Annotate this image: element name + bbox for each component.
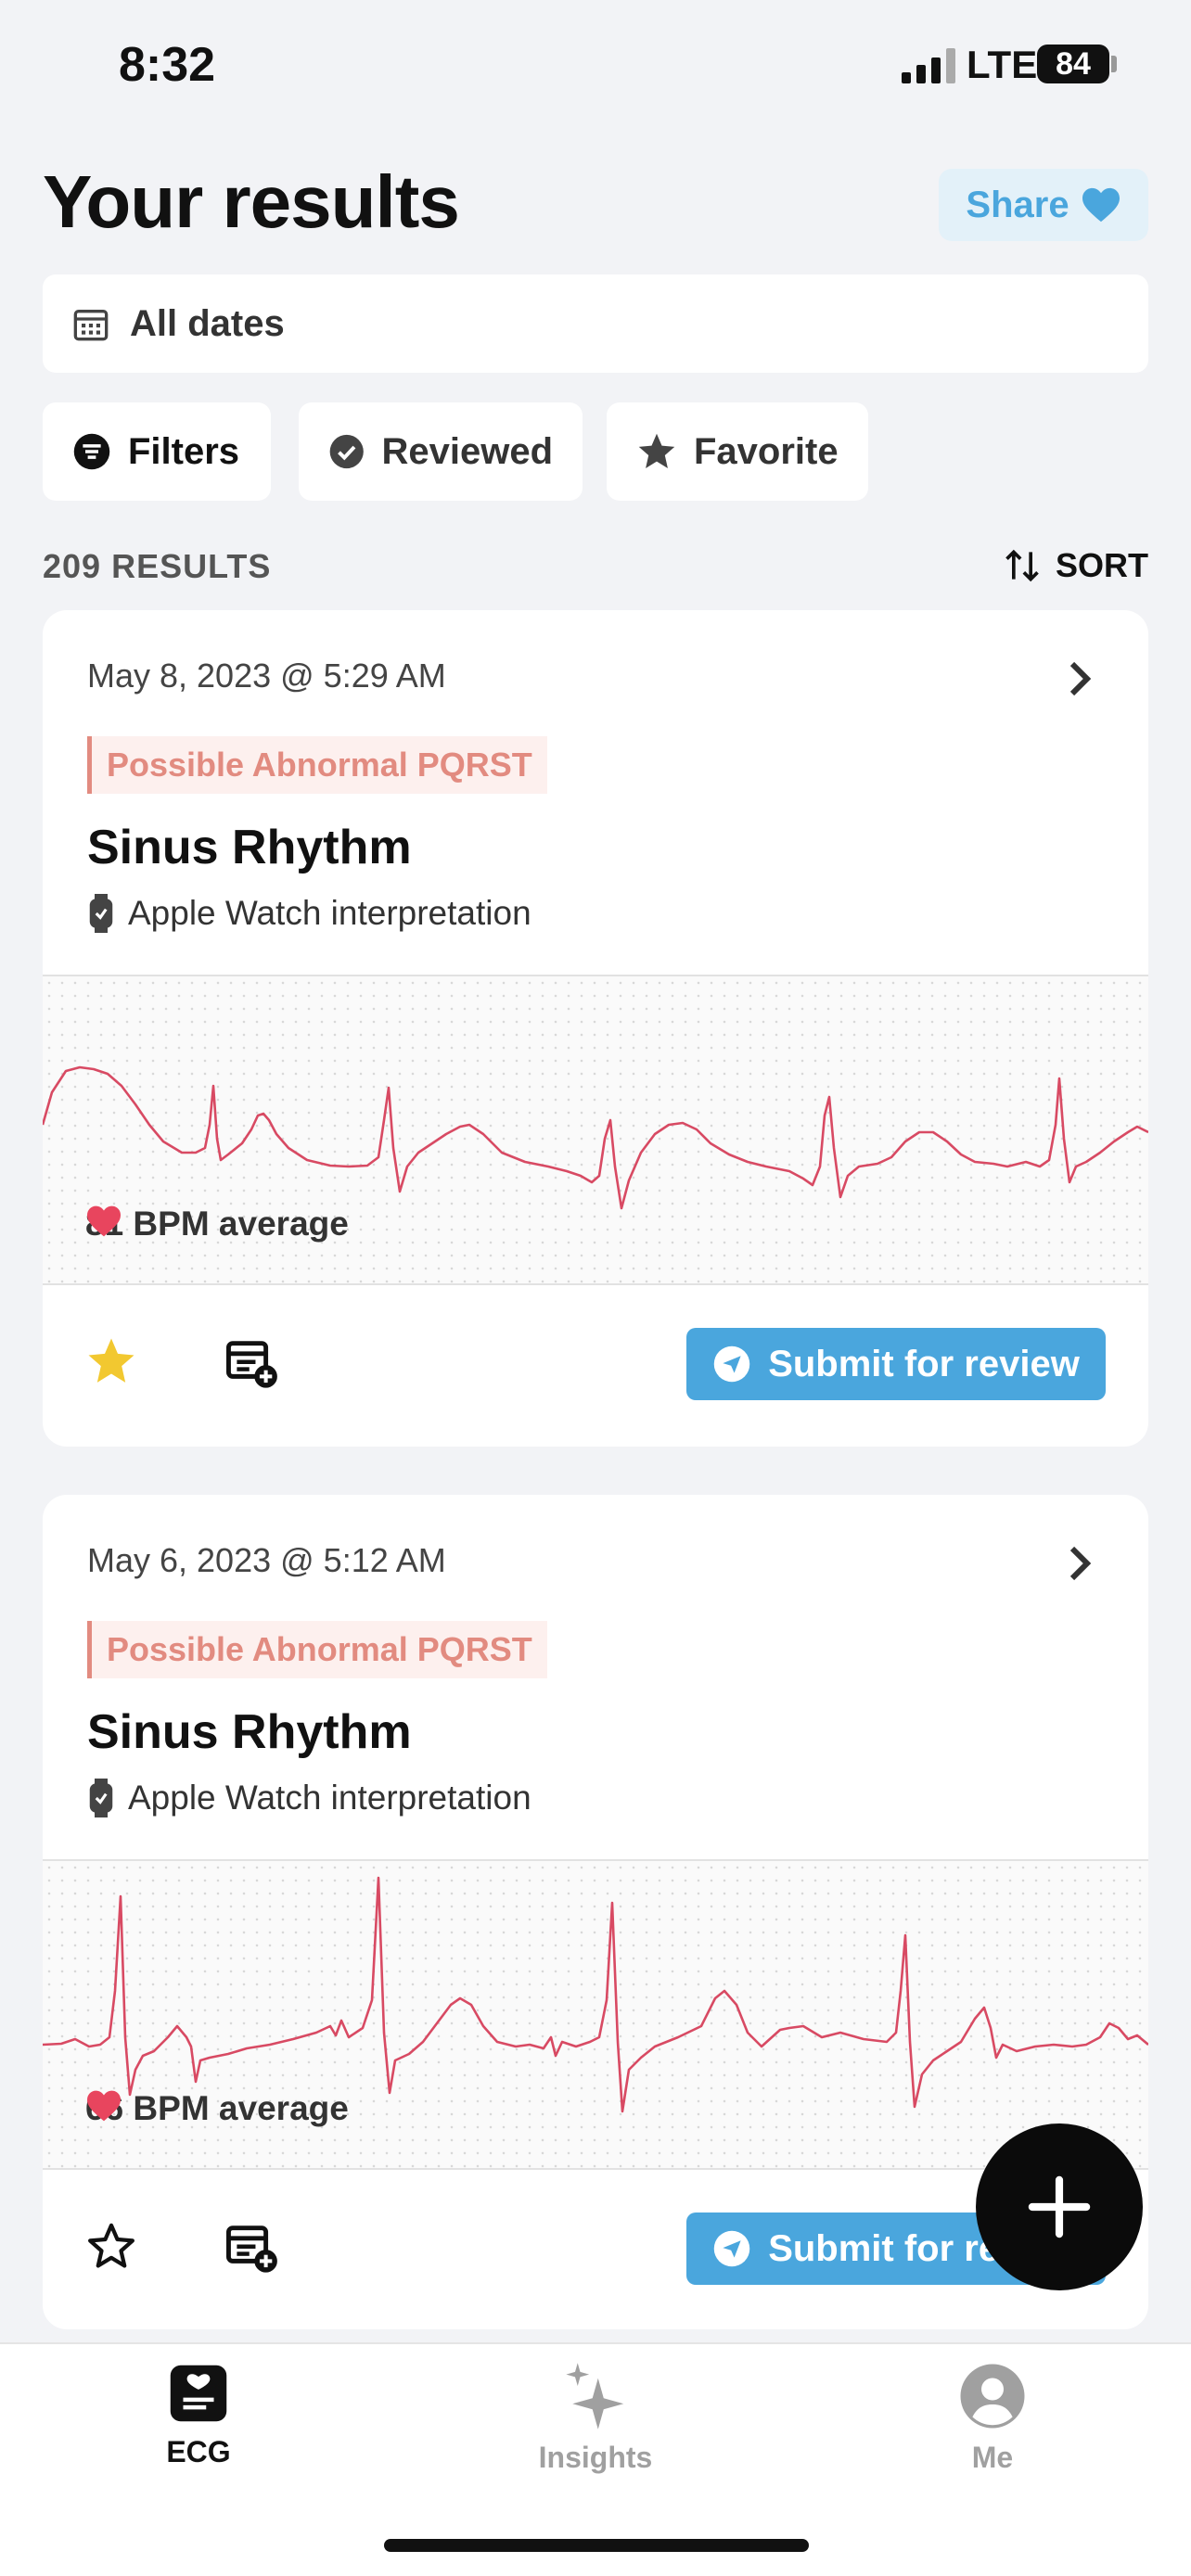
send-icon	[713, 1345, 750, 1383]
tab-me[interactable]: Me	[853, 2363, 1132, 2475]
network-label: LTE	[967, 43, 1038, 86]
bpm-label: 81 BPM average	[85, 1205, 349, 1243]
check-circle-icon	[329, 434, 364, 469]
rhythm-title: Sinus Rhythm	[87, 821, 412, 874]
tab-insights[interactable]: Insights	[456, 2363, 735, 2475]
ecg-result-card[interactable]: May 8, 2023 @ 5:29 AM Possible Abnormal …	[43, 610, 1148, 1447]
add-note-icon[interactable]	[224, 1339, 278, 1389]
sparkle-icon	[566, 2363, 624, 2429]
interpretation-source: Apple Watch interpretation	[87, 894, 531, 933]
signal-icon	[902, 48, 955, 83]
plus-icon	[1028, 2175, 1091, 2238]
heart-icon	[87, 1205, 121, 1237]
filter-icon	[73, 433, 110, 470]
favorite-star-outline-icon[interactable]	[85, 2220, 137, 2272]
page-title: Your results	[43, 160, 460, 243]
date-filter[interactable]: All dates	[43, 274, 1148, 373]
share-button[interactable]: Share	[939, 169, 1148, 241]
tab-ecg-label: ECG	[166, 2435, 231, 2468]
interpretation-source: Apple Watch interpretation	[87, 1779, 531, 1817]
status-time: 8:32	[119, 38, 216, 92]
favorite-chip-label: Favorite	[694, 430, 839, 472]
interpretation-label: Apple Watch interpretation	[128, 1779, 531, 1817]
chevron-right-icon[interactable]	[1067, 660, 1093, 697]
heart-icon	[1082, 187, 1120, 223]
recording-date: May 8, 2023 @ 5:29 AM	[87, 657, 446, 695]
ecg-strip: 81 BPM average	[43, 975, 1148, 1285]
send-icon	[713, 2230, 750, 2267]
tab-me-label: Me	[971, 2441, 1014, 2474]
watch-icon	[89, 894, 113, 933]
home-indicator[interactable]	[384, 2539, 809, 2552]
reviewed-chip-label: Reviewed	[381, 430, 553, 472]
chevron-right-icon[interactable]	[1067, 1545, 1093, 1582]
bpm-label: 66 BPM average	[85, 2089, 349, 2127]
heart-icon	[87, 2090, 121, 2122]
add-recording-button[interactable]	[976, 2123, 1143, 2290]
sort-label: SORT	[1055, 546, 1148, 584]
battery-tip	[1111, 56, 1117, 72]
submit-label: Submit for review	[768, 1343, 1080, 1384]
reviewed-chip[interactable]: Reviewed	[299, 402, 583, 501]
card-actions: Submit for review	[43, 1285, 1148, 1447]
sort-button[interactable]: SORT	[1002, 545, 1148, 586]
rhythm-title: Sinus Rhythm	[87, 1705, 412, 1759]
tab-ecg[interactable]: ECG	[59, 2363, 338, 2469]
star-icon	[638, 433, 675, 468]
bpm-average: 66 BPM average	[85, 2089, 349, 2128]
abnormal-tag: Possible Abnormal PQRST	[87, 1621, 547, 1678]
ecg-strip: 66 BPM average	[43, 1859, 1148, 2170]
abnormal-tag: Possible Abnormal PQRST	[87, 736, 547, 794]
sort-icon	[1005, 549, 1039, 582]
share-label: Share	[966, 184, 1069, 225]
status-bar: 8:32 LTE 84	[0, 0, 1191, 139]
interpretation-label: Apple Watch interpretation	[128, 894, 531, 932]
date-filter-label: All dates	[130, 302, 285, 344]
favorite-chip[interactable]: Favorite	[607, 402, 868, 501]
filters-chip[interactable]: Filters	[43, 402, 271, 501]
calendar-icon	[73, 310, 109, 341]
ecg-icon	[170, 2365, 227, 2422]
recording-date: May 6, 2023 @ 5:12 AM	[87, 1541, 446, 1579]
results-count: 209 RESULTS	[43, 547, 272, 585]
watch-icon	[89, 1779, 113, 1817]
bpm-average: 81 BPM average	[85, 1205, 349, 1243]
add-note-icon[interactable]	[224, 2224, 278, 2274]
favorite-star-icon[interactable]	[85, 1335, 137, 1387]
filters-chip-label: Filters	[128, 430, 240, 472]
battery-icon: 84	[1037, 45, 1109, 83]
tab-insights-label: Insights	[538, 2441, 653, 2474]
submit-for-review-button[interactable]: Submit for review	[686, 1328, 1106, 1400]
profile-icon	[960, 2364, 1025, 2429]
